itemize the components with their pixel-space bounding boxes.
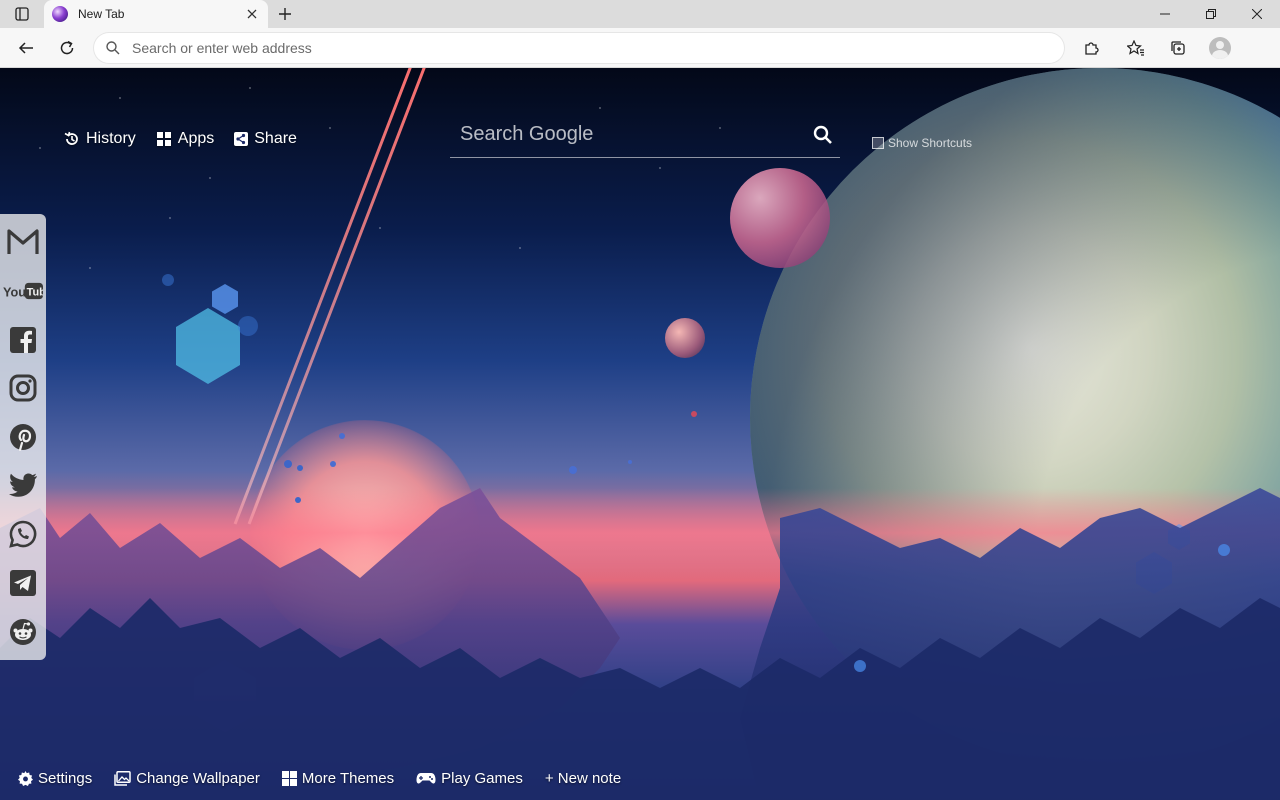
close-icon bbox=[247, 9, 257, 19]
instagram-link[interactable] bbox=[3, 366, 43, 410]
search-icon bbox=[106, 41, 120, 55]
tab-title: New Tab bbox=[78, 7, 125, 21]
minimize-icon bbox=[1160, 13, 1170, 15]
top-nav: History Apps Share bbox=[64, 130, 297, 148]
asteroid-particles bbox=[162, 274, 1230, 672]
gmail-icon bbox=[7, 229, 39, 255]
gamepad-icon bbox=[416, 773, 436, 784]
show-shortcuts-checkbox[interactable] bbox=[872, 137, 884, 149]
pinterest-icon bbox=[10, 423, 36, 451]
facebook-link[interactable] bbox=[3, 318, 43, 362]
history-label: History bbox=[86, 130, 136, 147]
svg-text:Tube: Tube bbox=[27, 287, 43, 299]
puzzle-icon bbox=[1085, 42, 1099, 55]
back-arrow-icon bbox=[18, 42, 33, 54]
share-label: Share bbox=[254, 130, 297, 147]
collections-button[interactable] bbox=[1164, 34, 1192, 62]
image-icon bbox=[114, 771, 131, 786]
collections-icon bbox=[1171, 41, 1185, 55]
change-wallpaper-button[interactable]: Change Wallpaper bbox=[114, 770, 260, 787]
address-input[interactable] bbox=[132, 40, 1032, 56]
new-note-label: + New note bbox=[544, 770, 622, 787]
favorites-button[interactable] bbox=[1122, 34, 1150, 62]
avatar bbox=[1209, 37, 1231, 59]
whatsapp-link[interactable] bbox=[3, 512, 43, 556]
tab-new-tab[interactable]: New Tab bbox=[44, 0, 268, 28]
reddit-icon bbox=[10, 618, 36, 645]
apps-label: Apps bbox=[177, 130, 215, 147]
profile-button[interactable] bbox=[1206, 34, 1234, 62]
facebook-icon bbox=[10, 326, 36, 353]
telegram-link[interactable] bbox=[3, 561, 43, 605]
search-icon bbox=[813, 125, 832, 144]
pinterest-link[interactable] bbox=[3, 415, 43, 459]
close-icon bbox=[1252, 9, 1262, 19]
restore-icon bbox=[1206, 9, 1216, 19]
instagram-icon bbox=[9, 374, 37, 402]
share-link[interactable]: Share bbox=[234, 130, 297, 148]
youtube-icon: YouTube bbox=[3, 282, 43, 299]
more-themes-button[interactable]: More Themes bbox=[281, 770, 395, 787]
play-games-label: Play Games bbox=[441, 770, 523, 787]
twitter-icon bbox=[9, 473, 37, 497]
gear-icon bbox=[18, 771, 33, 786]
settings-label: Settings bbox=[38, 770, 93, 787]
settings-button[interactable]: Settings bbox=[18, 770, 92, 787]
google-search-button[interactable] bbox=[806, 118, 840, 152]
tab-strip: New Tab bbox=[0, 0, 1280, 28]
google-search-input[interactable] bbox=[450, 123, 806, 146]
tab-actions-icon bbox=[15, 7, 29, 21]
bottom-bar: Settings Change Wallpaper More Themes Pl… bbox=[18, 770, 621, 787]
favorites-icon bbox=[1127, 40, 1144, 56]
youtube-link[interactable]: YouTube bbox=[3, 269, 43, 313]
address-bar[interactable] bbox=[94, 33, 1064, 63]
play-games-button[interactable]: Play Games bbox=[416, 770, 523, 787]
grid-icon bbox=[156, 132, 171, 146]
refresh-button[interactable] bbox=[53, 34, 81, 62]
extensions-button[interactable] bbox=[1077, 34, 1105, 62]
new-note-button[interactable]: + New note bbox=[545, 770, 621, 787]
telegram-icon bbox=[10, 569, 36, 596]
gmail-link[interactable] bbox=[3, 220, 43, 264]
minimize-button[interactable] bbox=[1142, 0, 1188, 28]
more-themes-label: More Themes bbox=[301, 770, 395, 787]
show-shortcuts-toggle[interactable]: Show Shortcuts bbox=[872, 136, 972, 150]
window-controls bbox=[1142, 0, 1280, 28]
apps-link[interactable]: Apps bbox=[156, 130, 214, 148]
social-sidebar: YouTube bbox=[0, 214, 46, 660]
browser-toolbar bbox=[0, 28, 1280, 68]
google-search-box bbox=[450, 112, 840, 158]
close-window-button[interactable] bbox=[1234, 0, 1280, 28]
back-button[interactable] bbox=[12, 34, 40, 62]
change-wallpaper-label: Change Wallpaper bbox=[136, 770, 260, 787]
tab-close-button[interactable] bbox=[244, 6, 260, 22]
share-icon bbox=[234, 132, 249, 146]
reddit-link[interactable] bbox=[3, 610, 43, 654]
twitter-link[interactable] bbox=[3, 464, 43, 508]
restore-button[interactable] bbox=[1188, 0, 1234, 28]
show-shortcuts-label: Show Shortcuts bbox=[888, 136, 973, 150]
wallpaper bbox=[0, 68, 1280, 800]
windows-icon bbox=[281, 771, 297, 786]
history-link[interactable]: History bbox=[64, 130, 136, 148]
tab-favicon-icon bbox=[52, 6, 68, 22]
plus-icon bbox=[279, 8, 291, 20]
whatsapp-icon bbox=[9, 520, 37, 549]
history-icon bbox=[64, 131, 78, 145]
refresh-icon bbox=[60, 40, 74, 55]
tab-actions-button[interactable] bbox=[8, 4, 36, 24]
svg-text:You: You bbox=[3, 284, 26, 299]
new-tab-button[interactable] bbox=[274, 3, 296, 25]
